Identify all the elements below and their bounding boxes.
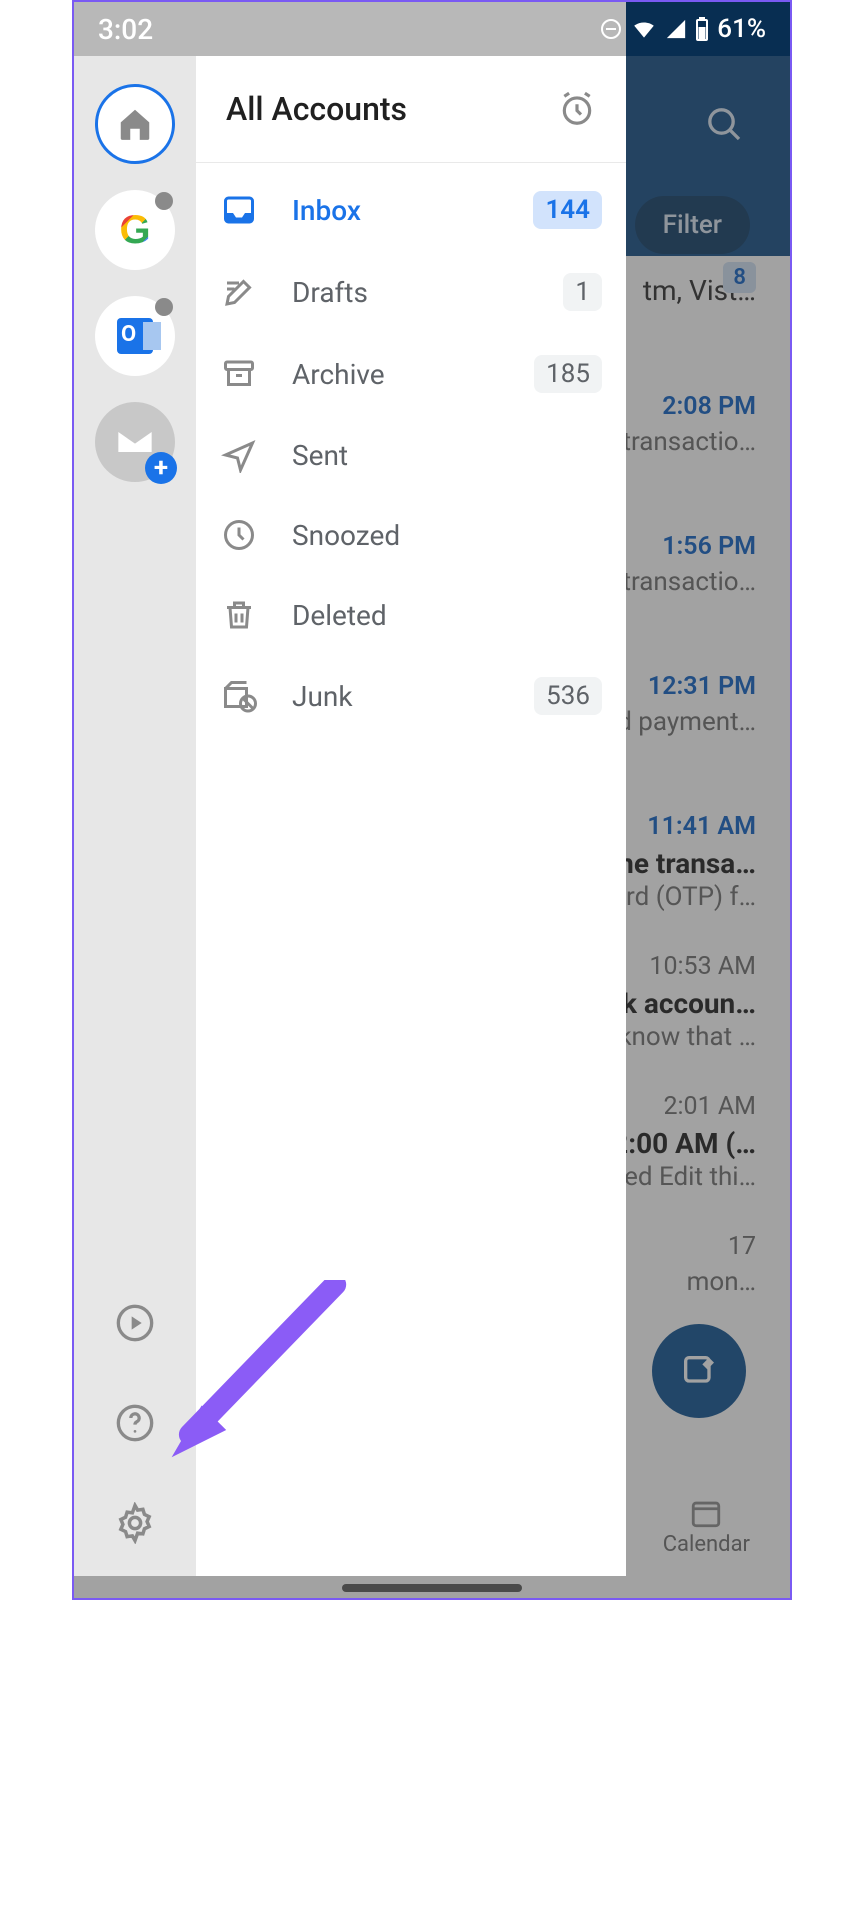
gesture-nav-pill[interactable] (342, 1584, 522, 1592)
navigation-drawer: + All Accounts (74, 56, 626, 1576)
gear-icon (114, 1502, 156, 1544)
home-icon (116, 105, 154, 143)
alarm-clock-icon (558, 90, 596, 128)
battery-percent: 61% (717, 14, 766, 44)
help-circle-icon (115, 1403, 155, 1443)
folder-list: Inbox 144 Drafts 1 Archive 185 (196, 163, 626, 743)
account-outlook[interactable] (95, 296, 175, 376)
folder-junk[interactable]: Junk 536 (196, 655, 626, 737)
folder-count: 144 (533, 191, 602, 229)
folder-sent[interactable]: Sent (196, 415, 626, 495)
do-not-disturb-button[interactable] (558, 90, 596, 128)
status-indicators: 61% (599, 14, 766, 44)
signal-icon (665, 18, 687, 40)
account-home[interactable] (95, 84, 175, 164)
inbox-icon (220, 192, 258, 228)
drawer-header: All Accounts (196, 56, 626, 163)
dnd-icon (599, 17, 623, 41)
folder-snoozed[interactable]: Snoozed (196, 495, 626, 575)
play-circle-icon (115, 1303, 155, 1343)
trash-icon (220, 597, 258, 633)
play-button[interactable] (114, 1302, 156, 1344)
notification-dot (155, 192, 173, 210)
folder-count: 536 (534, 677, 602, 715)
drawer-title: All Accounts (226, 90, 407, 128)
outlook-logo-icon (117, 318, 153, 354)
device-frame: Filter 8 tm, Vist… 2:08 PM transactio… 1… (72, 0, 792, 1600)
folder-label: Inbox (292, 194, 361, 227)
help-button[interactable] (114, 1402, 156, 1444)
folder-label: Sent (292, 439, 348, 472)
plus-icon: + (145, 452, 177, 484)
status-time: 3:02 (98, 13, 153, 46)
notification-dot (155, 298, 173, 316)
folder-count: 1 (563, 273, 602, 311)
folder-archive[interactable]: Archive 185 (196, 333, 626, 415)
wifi-icon (631, 16, 657, 42)
settings-button[interactable] (114, 1502, 156, 1544)
account-rail: + (74, 56, 196, 1576)
folder-label: Drafts (292, 276, 368, 309)
battery-icon (695, 17, 709, 41)
folder-deleted[interactable]: Deleted (196, 575, 626, 655)
folder-label: Snoozed (292, 519, 400, 552)
archive-icon (220, 356, 258, 392)
clock-icon (220, 517, 258, 553)
google-logo-icon (115, 210, 155, 250)
send-icon (220, 437, 258, 473)
folder-label: Junk (292, 680, 353, 713)
account-google[interactable] (95, 190, 175, 270)
status-bar: 3:02 61% (74, 2, 790, 56)
folder-label: Archive (292, 358, 385, 391)
pencil-icon (220, 274, 258, 310)
junk-icon (220, 678, 258, 714)
add-account-button[interactable]: + (95, 402, 175, 482)
folder-label: Deleted (292, 599, 387, 632)
folder-drafts[interactable]: Drafts 1 (196, 251, 626, 333)
folder-inbox[interactable]: Inbox 144 (196, 169, 626, 251)
folder-count: 185 (534, 355, 602, 393)
folder-panel: All Accounts Inbox 144 Draft (196, 56, 626, 1576)
